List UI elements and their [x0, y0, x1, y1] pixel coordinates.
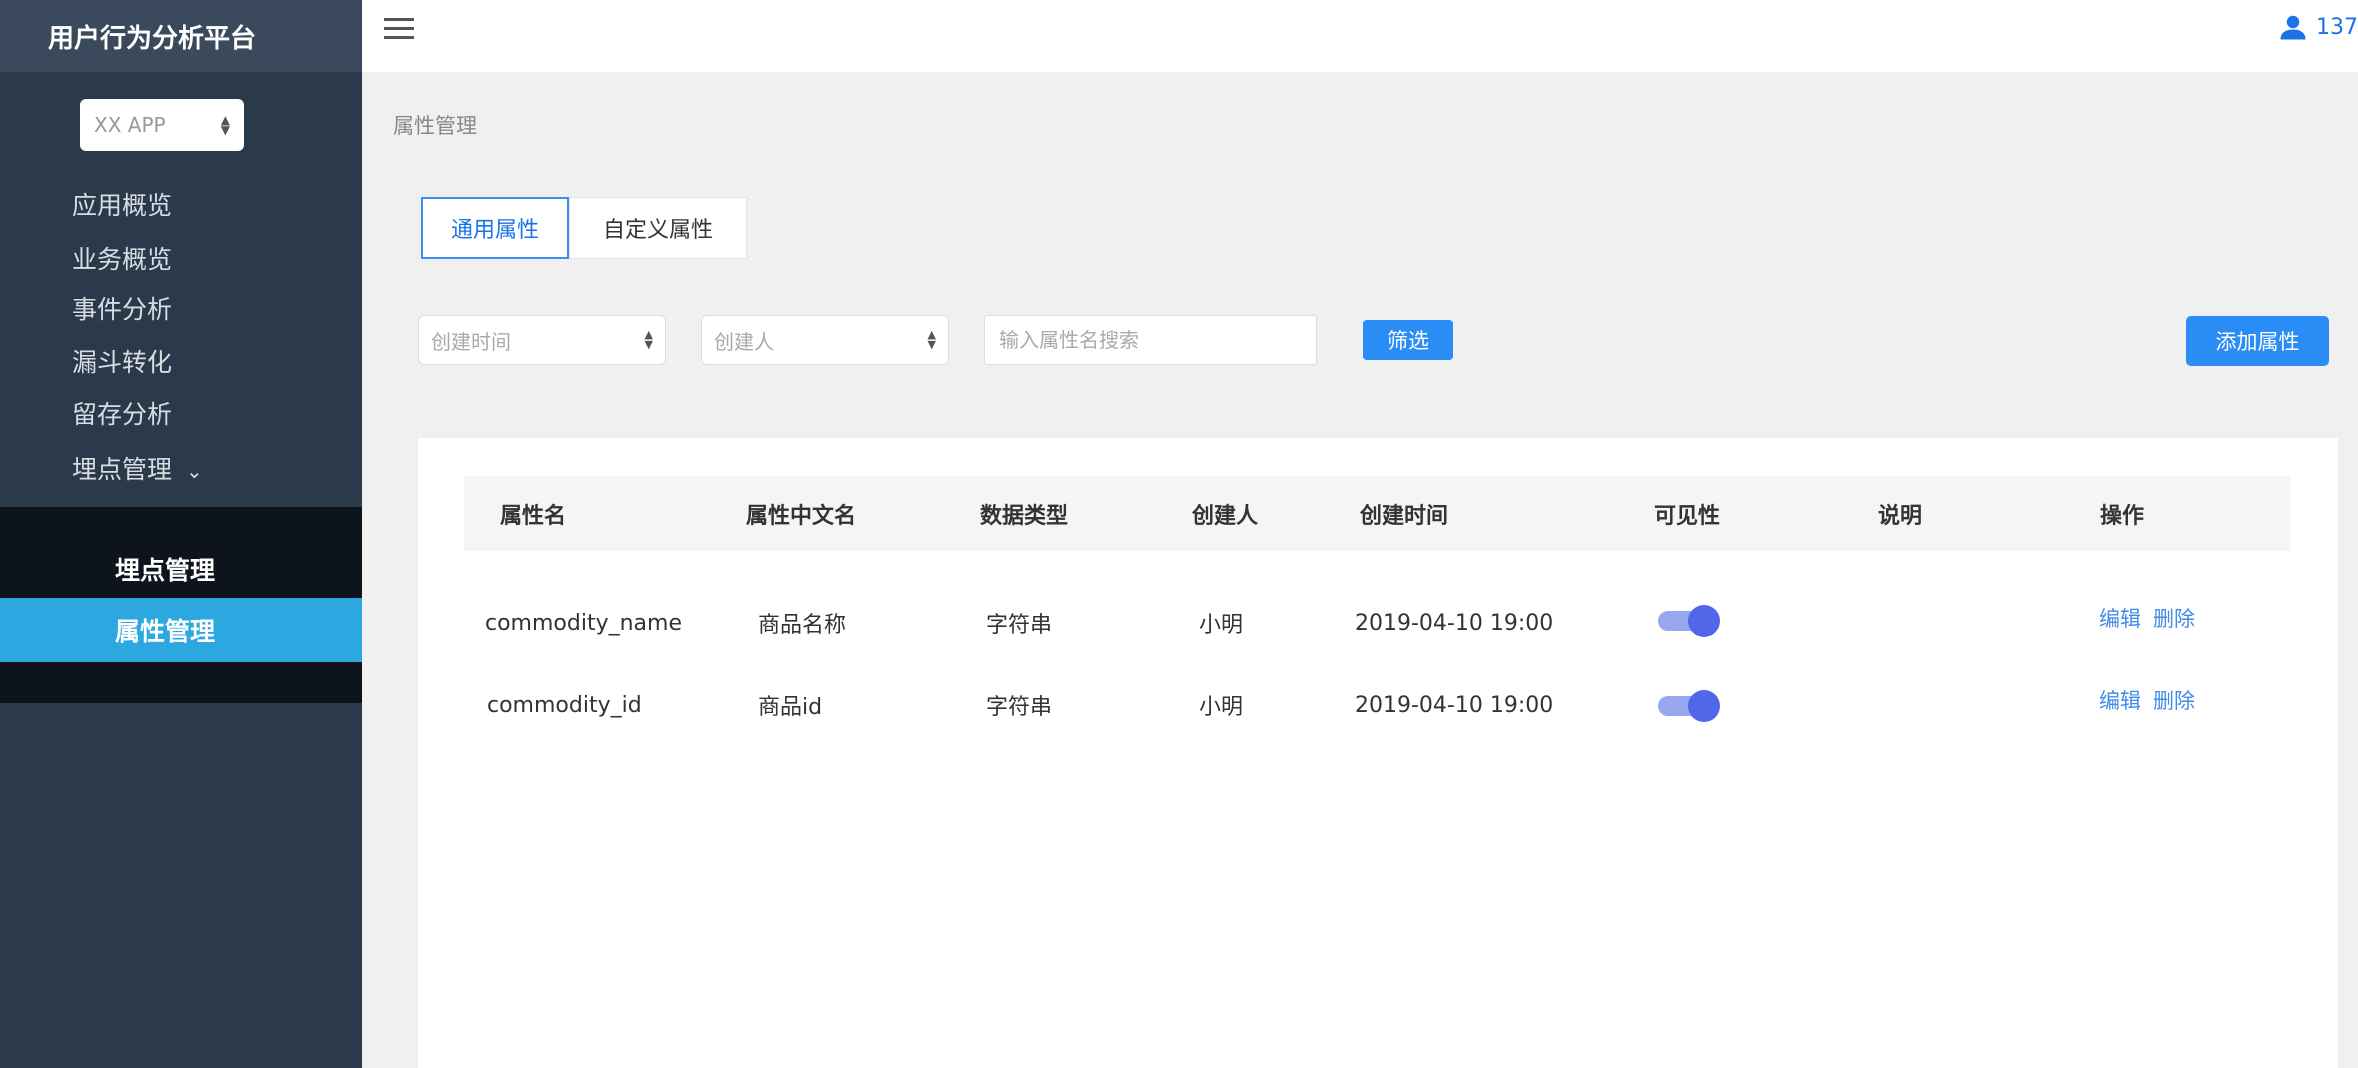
sidebar-item-app-overview[interactable]: 应用概览 [72, 186, 172, 222]
table-panel: 属性名 属性中文名 数据类型 创建人 创建时间 可见性 说明 操作 commod… [418, 438, 2338, 1068]
cell-created-time: 2019-04-10 19:00 [1355, 610, 1554, 636]
column-header: 创建人 [1192, 503, 1259, 529]
tab-common-properties[interactable]: 通用属性 [421, 197, 569, 259]
cell-property-name: commodity_id [487, 692, 642, 718]
sidebar-item-retention[interactable]: 留存分析 [72, 395, 172, 431]
table-row: commodity_name 商品名称 字符串 小明 2019-04-10 19… [464, 588, 2290, 658]
creator-select-value: 创建人 [714, 329, 774, 354]
cell-actions: 编辑 删除 [2099, 670, 2207, 730]
cell-property-name: commodity_name [485, 610, 682, 636]
submenu: 埋点管理 属性管理 [0, 507, 362, 703]
app-title: 用户行为分析平台 [0, 0, 362, 72]
sidebar-item-business-overview[interactable]: 业务概览 [72, 240, 172, 276]
select-arrows-icon: ▲ ▼ [220, 113, 230, 137]
column-header: 可见性 [1654, 503, 1721, 529]
user-icon [2280, 15, 2306, 40]
select-arrows-icon: ▲ ▼ [927, 328, 936, 351]
column-header: 数据类型 [980, 503, 1069, 529]
cell-created-time: 2019-04-10 19:00 [1355, 692, 1554, 718]
column-header: 说明 [1878, 503, 1923, 529]
created-time-select-value: 创建时间 [431, 329, 511, 354]
table-header: 属性名 属性中文名 数据类型 创建人 创建时间 可见性 说明 操作 [464, 476, 2290, 551]
column-header: 操作 [2100, 503, 2145, 529]
cell-cn-name: 商品名称 [758, 613, 847, 638]
created-time-select[interactable]: 创建时间 ▲ ▼ [418, 315, 666, 365]
tab-custom-properties[interactable]: 自定义属性 [569, 197, 747, 259]
cell-actions: 编辑 删除 [2099, 588, 2207, 648]
cell-creator: 小明 [1199, 613, 1244, 638]
cell-creator: 小明 [1199, 695, 1244, 720]
sidebar-item-event-analysis[interactable]: 事件分析 [72, 290, 172, 326]
column-header: 属性中文名 [746, 503, 857, 529]
table-row: commodity_id 商品id 字符串 小明 2019-04-10 19:0… [464, 670, 2290, 740]
menu-toggle-icon[interactable] [384, 18, 414, 42]
sidebar: 用户行为分析平台 XX APP ▲ ▼ 应用概览 业务概览 事件分析 漏斗转化 留… [0, 0, 362, 1068]
submenu-item-tracking[interactable]: 埋点管理 [0, 537, 362, 601]
filter-button[interactable]: 筛选 [1363, 320, 1453, 360]
cell-data-type: 字符串 [986, 613, 1053, 638]
add-property-button[interactable]: 添加属性 [2186, 316, 2329, 366]
submenu-item-properties[interactable]: 属性管理 [0, 598, 362, 662]
edit-link[interactable]: 编辑 [2099, 603, 2141, 633]
select-arrows-icon: ▲ ▼ [644, 328, 653, 351]
delete-link[interactable]: 删除 [2153, 603, 2195, 633]
top-header: 137 [362, 0, 2358, 72]
sidebar-item-funnel[interactable]: 漏斗转化 [72, 343, 172, 379]
chevron-down-icon: ⌄ [186, 459, 203, 483]
app-select[interactable]: XX APP ▲ ▼ [80, 99, 244, 151]
user-name: 137 [2316, 14, 2358, 40]
user-menu[interactable]: 137 [2278, 12, 2358, 42]
sidebar-item-label: 埋点管理 [72, 455, 173, 484]
delete-link[interactable]: 删除 [2153, 685, 2195, 715]
cell-data-type: 字符串 [986, 695, 1053, 720]
tab-bar: 通用属性 自定义属性 [421, 197, 747, 259]
visibility-toggle[interactable] [1658, 605, 1722, 637]
cell-cn-name: 商品id [758, 695, 823, 720]
app-select-value: XX APP [94, 113, 166, 137]
sidebar-item-tracking[interactable]: 埋点管理 ⌄ [72, 450, 203, 486]
breadcrumb: 属性管理 [393, 114, 477, 138]
creator-select[interactable]: 创建人 ▲ ▼ [701, 315, 949, 365]
property-search-input[interactable] [984, 315, 1317, 365]
column-header: 创建时间 [1360, 503, 1449, 529]
edit-link[interactable]: 编辑 [2099, 685, 2141, 715]
visibility-toggle[interactable] [1658, 690, 1722, 722]
column-header: 属性名 [500, 503, 567, 529]
